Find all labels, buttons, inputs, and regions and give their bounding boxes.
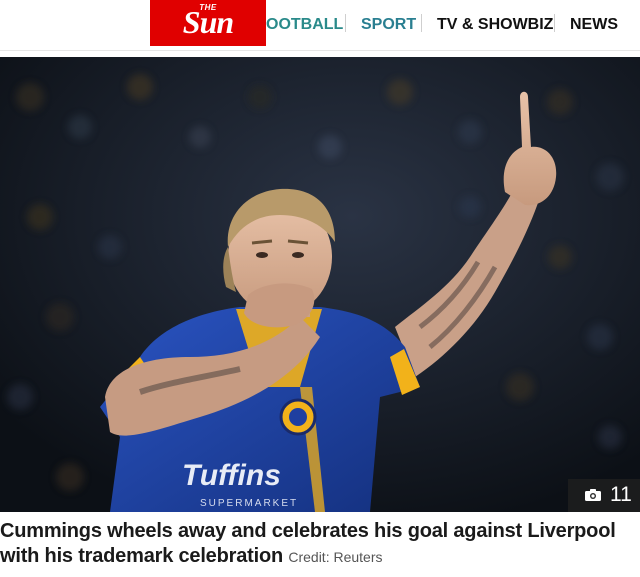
the-sun-logo[interactable]: THE Sun (150, 0, 266, 46)
gallery-count-badge[interactable]: 11 (568, 479, 640, 512)
article-hero-photo[interactable]: Tuffins SUPERMARKET 11 (0, 57, 640, 512)
nav-divider (345, 14, 346, 32)
nav-tv-showbiz[interactable]: TV & SHOWBIZ (437, 13, 553, 37)
photo-credit: Credit: Reuters (288, 549, 383, 565)
nav-football[interactable]: OOTBALL (266, 13, 343, 37)
gallery-count: 11 (610, 483, 632, 506)
shirt-sponsor-subtext: SUPERMARKET (200, 498, 298, 509)
site-header: THE Sun OOTBALL SPORT TV & SHOWBIZ NEWS (0, 0, 640, 51)
nav-news[interactable]: NEWS (570, 13, 618, 37)
celebration-photo-illustration: Tuffins SUPERMARKET (0, 57, 640, 512)
shirt-sponsor-text: Tuffins (182, 459, 281, 492)
nav-divider (421, 14, 422, 32)
logo-main-text: Sun (182, 4, 234, 40)
camera-icon (585, 489, 601, 501)
nav-divider (554, 14, 555, 32)
photo-caption: Cummings wheels away and celebrates his … (0, 519, 640, 570)
nav-sport[interactable]: SPORT (361, 13, 416, 37)
